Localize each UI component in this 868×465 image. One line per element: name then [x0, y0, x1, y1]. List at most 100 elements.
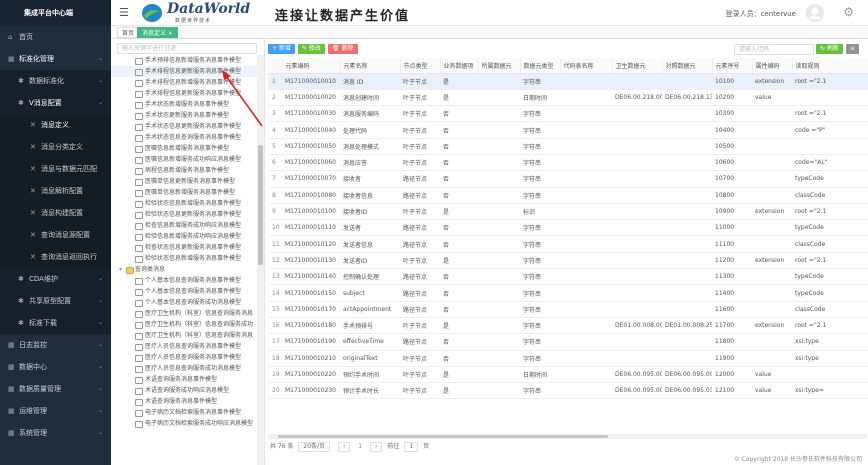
- tab-1[interactable]: 消息定义 ×: [137, 27, 178, 38]
- tree-node[interactable]: 医嘱单信息更新服务消息事件模型: [111, 176, 259, 187]
- goto-page-input[interactable]: 1: [404, 442, 419, 452]
- tree-node[interactable]: 手术状态信息查询服务消息事件模型: [111, 132, 259, 143]
- tree-search-input[interactable]: 输入关键字进行过滤: [117, 43, 257, 54]
- settings-gear-icon[interactable]: ⚙: [843, 6, 854, 18]
- table-row[interactable]: 2 M171000010020 消息创建时间 叶子节点是 日期时间 DE06.00.218…: [268, 89, 868, 107]
- tree-node[interactable]: 个人基本信息查询服务消息事件模型: [111, 286, 259, 297]
- tree-node[interactable]: 检查状态信息更新服务消息事件模型: [111, 242, 259, 253]
- refresh-button[interactable]: ↻ 刷新: [816, 44, 843, 54]
- table-cell: DE06.00.218.00: [612, 89, 662, 107]
- tree-node[interactable]: 术语查询服务成功响应消息模型: [111, 385, 259, 396]
- tree-folder[interactable]: ▾ 查询类消息: [111, 264, 259, 275]
- tree-node[interactable]: 手术排程信息更新服务消息事件模型: [111, 88, 259, 99]
- tree-scrollbar[interactable]: [257, 55, 264, 465]
- table-row[interactable]: 10 M171000010110 发送者 路径节点否 字符串 11000 typeCode: [268, 219, 868, 237]
- tree-node[interactable]: 检验信息新增服务成功响应消息模型: [111, 231, 259, 242]
- sidebar-item[interactable]: ✱ V消息配置 ⌄: [0, 92, 111, 114]
- edit-button[interactable]: ✎ 修改: [298, 44, 325, 54]
- tree-node[interactable]: 个人基本信息查询服务消息事件模型: [111, 275, 259, 286]
- sidebar-item[interactable]: ✕ 查询消息返回执行: [0, 246, 111, 268]
- tree-node[interactable]: 术语查询服务消息事件模型: [111, 374, 259, 385]
- tree-node[interactable]: 医嘱单信息新增服务消息事件模型: [111, 187, 259, 198]
- table-cell: M171000010180: [282, 317, 340, 335]
- tree-node[interactable]: 个人基本信息查询服务成功消息模型: [111, 297, 259, 308]
- tree-node[interactable]: 检查信息新增服务成功响应消息模型: [111, 220, 259, 231]
- tree-node[interactable]: 检验状态信息新增服务消息事件模型: [111, 198, 259, 209]
- tree-node[interactable]: 医疗卫生机构（科室）信息查询服务消息: [111, 308, 259, 319]
- code-search-input[interactable]: 请输入代码: [734, 44, 814, 55]
- tree-node[interactable]: 手术状态更新服务消息事件模型: [111, 110, 259, 121]
- table-row[interactable]: 15 M171000010170 actAppointment 路径节点否 字符串 116…: [268, 301, 868, 318]
- table-row[interactable]: 18 M171000010210 originalText 叶子节点否 字符串 11900…: [268, 350, 868, 367]
- tree-node[interactable]: 医疗卫生机构（科室）信息查询服务消息: [111, 330, 259, 341]
- tree-node[interactable]: 医疗人员信息查询服务消息事件模型: [111, 352, 259, 363]
- table-row[interactable]: 4 M171000010040 处理代码 叶子节点否 字符串 10400 code ="P": [268, 121, 868, 139]
- sidebar-item[interactable]: ✱ 数据标准化 ⌄: [0, 70, 111, 92]
- sidebar-item[interactable]: ✱ 共享原型配置 ⌄: [0, 290, 111, 312]
- table-row[interactable]: 19 M171000010220 预约手术时间 叶子节点是 日期时间 DE06.00.09…: [268, 366, 868, 384]
- table-scrollbar-thumb[interactable]: [278, 435, 608, 438]
- avatar-icon[interactable]: [806, 4, 824, 22]
- tree-node-label: 检验状态信息更新服务消息事件模型: [145, 211, 242, 218]
- tree-node[interactable]: 手术排程信息更新服务消息事件模型: [111, 66, 259, 77]
- sidebar-item[interactable]: ✱ 标准下载 ⌄: [0, 312, 111, 334]
- sidebar-item[interactable]: ▦ 标准化管理 ⌄: [0, 48, 111, 70]
- table-row[interactable]: 3 M171000010030 消息服务编码 叶子节点否 字符串 10300 root ="…: [268, 105, 868, 123]
- tree-node[interactable]: 检验状态信息更新服务消息事件模型: [111, 209, 259, 220]
- hamburger-icon[interactable]: ☰: [119, 7, 129, 18]
- table-row[interactable]: 20 M171000010230 预计手术时长 叶子节点是 字符串 DE06.00.095…: [268, 382, 868, 400]
- tree-node[interactable]: 医嘱信息新增服务消息事件模型: [111, 143, 259, 154]
- current-page[interactable]: 1: [358, 443, 362, 450]
- page-size-select[interactable]: 20条/页: [298, 442, 331, 452]
- sidebar-item[interactable]: ✕ 消息分类定义: [0, 136, 111, 158]
- tree-scrollbar-thumb[interactable]: [258, 145, 263, 265]
- sidebar-item[interactable]: ▦ 系统管理 ⌄: [0, 422, 111, 444]
- sidebar-item[interactable]: ▦ 日志监控 ⌄: [0, 334, 111, 356]
- prev-page-button[interactable]: ‹: [337, 442, 351, 452]
- sidebar-item[interactable]: ✕ 查询消息源配置: [0, 224, 111, 246]
- table-cell: 11: [268, 235, 282, 253]
- table-row[interactable]: 7 M171000010070 接收者 路径节点否 字符串 10700 typeCode: [268, 170, 868, 188]
- tree-node[interactable]: 电子病历文档检索服务消息事件模型: [111, 407, 259, 418]
- sidebar-item[interactable]: ▦ 数据质量管理 ⌄: [0, 378, 111, 400]
- table-row[interactable]: 16 M171000010180 手术预排号 叶子节点是 字符串 DE01.00.008.…: [268, 317, 868, 335]
- table-row[interactable]: 14 M171000010150 subject 路径节点否 字符串 11400 typeC…: [268, 284, 868, 302]
- sidebar-item[interactable]: ✕ 消息与数据元匹配: [0, 158, 111, 180]
- table-row[interactable]: 13 M171000010140 控制确认处理 路径节点否 字符串 11300 typeCo…: [268, 268, 868, 286]
- tree-node[interactable]: 医嘱信息新增服务成功响应消息模型: [111, 154, 259, 165]
- table-row[interactable]: 6 M171000010060 消息应答 叶子节点否 字符串 10600 code="AL": [268, 154, 868, 172]
- tree-node[interactable]: 医疗人员信息查询服务成功消息模型: [111, 363, 259, 374]
- table-cell: 字符串: [520, 301, 560, 318]
- table-horizontal-scrollbar[interactable]: [268, 434, 866, 439]
- tree-node[interactable]: 检验状态信息新增服务消息事件模型: [111, 253, 259, 264]
- tree-node[interactable]: 医疗卫生机构（科室）信息查询服务成功: [111, 319, 259, 330]
- table-row[interactable]: 5 M171000010050 消息处理模式 叶子节点否 字符串 10500: [268, 138, 868, 155]
- sidebar-item[interactable]: ⌂ 首页: [0, 26, 111, 48]
- column-menu-button[interactable]: ≡: [846, 44, 860, 54]
- table-row[interactable]: 12 M171000010130 发送者ID 叶子节点是 字符串 11200 extensi…: [268, 252, 868, 270]
- tree-node[interactable]: 电子病历文档检索服务成功响应消息模型: [111, 418, 259, 429]
- sidebar-item[interactable]: ✕ 消息解析配置: [0, 180, 111, 202]
- tree-node[interactable]: 术语查询服务消息事件模型: [111, 396, 259, 407]
- table-row[interactable]: 17 M171000010190 effectiveTime 路径节点否 字符串 1180…: [268, 333, 868, 351]
- table-row[interactable]: 8 M171000010080 接收者信息 路径节点否 字符串 10800 classCod…: [268, 187, 868, 204]
- tree-node[interactable]: 手术预排信息新增服务消息事件模型: [111, 55, 259, 66]
- table-row[interactable]: 11 M171000010120 发送者信息 路径节点否 字符串 11100 classCo…: [268, 235, 868, 253]
- sidebar-item[interactable]: ✱ CDA维护 ⌄: [0, 268, 111, 290]
- sidebar-item[interactable]: ▦ 运维管理 ⌄: [0, 400, 111, 422]
- sidebar-item[interactable]: ✕ 消息构建配置: [0, 202, 111, 224]
- table-cell: 日期时间: [520, 89, 560, 107]
- sidebar-item[interactable]: ✕ 消息定义: [0, 114, 111, 136]
- tab-0[interactable]: 首页: [117, 27, 140, 38]
- table-row[interactable]: 9 M171000010100 接收者ID 叶子节点是 标识 10900 extension…: [268, 203, 868, 221]
- tree-node[interactable]: 手术状态新增服务消息事件模型: [111, 99, 259, 110]
- add-button[interactable]: + 新增: [268, 44, 295, 54]
- next-page-button[interactable]: ›: [370, 442, 383, 452]
- tree-node[interactable]: 病程信息新增服务消息事件模型: [111, 165, 259, 176]
- sidebar-item[interactable]: ▦ 数据中心 ⌄: [0, 356, 111, 378]
- tree-node[interactable]: 手术排程信息新增服务消息事件模型: [111, 77, 259, 88]
- tree-node[interactable]: 医疗人员信息查询服务消息事件模型: [111, 341, 259, 352]
- tree-node[interactable]: 手术状态信息更新服务消息事件模型: [111, 121, 259, 132]
- delete-button[interactable]: 🗑 删除: [328, 44, 358, 54]
- table-row[interactable]: 1 M171000010010 消息 ID 叶子节点是 字符串 10100 extensio…: [268, 73, 868, 90]
